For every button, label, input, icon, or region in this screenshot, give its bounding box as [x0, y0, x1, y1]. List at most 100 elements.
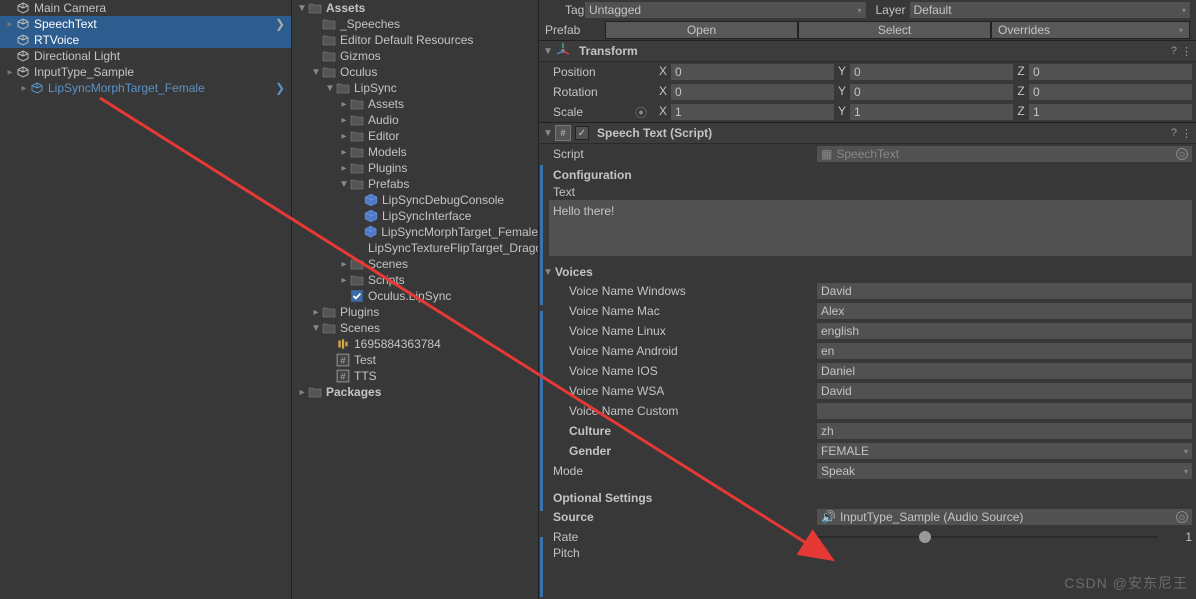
- foldout-icon[interactable]: ▼: [543, 128, 555, 139]
- scale-z[interactable]: [1029, 104, 1192, 120]
- project-item[interactable]: ▼LipSync: [292, 80, 538, 96]
- project-panel[interactable]: ▼ Assets_SpeechesEditor Default Resources…: [292, 0, 539, 599]
- project-item[interactable]: ▼Scenes: [292, 320, 538, 336]
- text-field[interactable]: [549, 200, 1192, 256]
- project-item[interactable]: LipSyncDebugConsole: [292, 192, 538, 208]
- voice-custom-field[interactable]: [817, 403, 1192, 419]
- hierarchy-item[interactable]: ▸SpeechText❯: [0, 16, 291, 32]
- gender-dropdown[interactable]: FEMALE▾: [817, 443, 1192, 459]
- position-y[interactable]: [850, 64, 1013, 80]
- expand-icon[interactable]: ▼: [324, 83, 336, 94]
- hierarchy-item[interactable]: RTVoice: [0, 32, 291, 48]
- project-item[interactable]: ▸Assets: [292, 96, 538, 112]
- project-item-label: Assets: [326, 1, 365, 15]
- expand-icon[interactable]: ▸: [338, 131, 350, 142]
- project-item[interactable]: ▸Scripts: [292, 272, 538, 288]
- hierarchy-item[interactable]: Directional Light: [0, 48, 291, 64]
- scale-y[interactable]: [850, 104, 1013, 120]
- project-item[interactable]: ▼Prefabs: [292, 176, 538, 192]
- project-item[interactable]: LipSyncInterface: [292, 208, 538, 224]
- expand-icon[interactable]: ▼: [338, 179, 350, 190]
- expand-icon[interactable]: ▸: [4, 67, 16, 78]
- voice-linux-field[interactable]: [817, 323, 1192, 339]
- voice-android-field[interactable]: [817, 343, 1192, 359]
- position-fields[interactable]: X Y Z: [657, 64, 1192, 80]
- project-item[interactable]: _Speeches: [292, 16, 538, 32]
- expand-icon[interactable]: ▼: [310, 67, 322, 78]
- project-item[interactable]: ▸Plugins: [292, 304, 538, 320]
- project-item[interactable]: ▸Models: [292, 144, 538, 160]
- folder-icon: [350, 274, 364, 286]
- expand-icon[interactable]: ▼: [310, 323, 322, 334]
- project-item-label: Plugins: [368, 161, 407, 175]
- source-field[interactable]: 🔊 InputType_Sample (Audio Source) ⊙: [817, 509, 1192, 525]
- project-item[interactable]: Oculus.LipSync: [292, 288, 538, 304]
- hierarchy-item[interactable]: Main Camera: [0, 0, 291, 16]
- prefab-overrides-button[interactable]: Overrides ▾: [991, 21, 1190, 39]
- project-item[interactable]: ▼Oculus: [292, 64, 538, 80]
- help-icon[interactable]: ?: [1171, 127, 1177, 140]
- project-item[interactable]: 1695884363784: [292, 336, 538, 352]
- project-item[interactable]: ▸Scenes: [292, 256, 538, 272]
- prefab-select-button[interactable]: Select: [798, 21, 991, 39]
- expand-icon[interactable]: ▼: [296, 3, 308, 14]
- project-item[interactable]: #TTS: [292, 368, 538, 384]
- position-z[interactable]: [1029, 64, 1192, 80]
- rotation-z[interactable]: [1029, 84, 1192, 100]
- rotation-fields[interactable]: X Y Z: [657, 84, 1192, 100]
- culture-field[interactable]: [817, 423, 1192, 439]
- expand-icon[interactable]: ▸: [18, 83, 30, 94]
- voice-ios-field[interactable]: [817, 363, 1192, 379]
- foldout-icon[interactable]: ▼: [543, 46, 555, 57]
- scale-x[interactable]: [671, 104, 834, 120]
- help-icon[interactable]: ?: [1171, 45, 1177, 58]
- chevron-down-icon: ▾: [1179, 26, 1183, 35]
- expand-icon[interactable]: ▸: [338, 275, 350, 286]
- inspector-panel[interactable]: Tag Untagged▾ Layer Default▾ Prefab Open…: [539, 0, 1196, 599]
- menu-icon[interactable]: ⋮: [1181, 45, 1192, 58]
- voices-header[interactable]: ▼ Voices: [539, 263, 1196, 281]
- expand-icon[interactable]: ▸: [296, 387, 308, 398]
- expand-icon[interactable]: ▸: [338, 259, 350, 270]
- voice-win-field[interactable]: [817, 283, 1192, 299]
- tag-dropdown[interactable]: Untagged▾: [585, 2, 866, 18]
- expand-icon[interactable]: ▸: [338, 163, 350, 174]
- hierarchy-panel[interactable]: Main Camera▸SpeechText❯RTVoiceDirectiona…: [0, 0, 292, 599]
- position-x[interactable]: [671, 64, 834, 80]
- project-item[interactable]: Gizmos: [292, 48, 538, 64]
- scale-fields[interactable]: X Y Z: [657, 104, 1192, 120]
- hierarchy-item[interactable]: ▸LipSyncMorphTarget_Female❯: [0, 80, 291, 96]
- project-item[interactable]: ▸Audio: [292, 112, 538, 128]
- speechtext-header[interactable]: ▼ # ✓ Speech Text (Script) ?⋮: [539, 122, 1196, 144]
- prefab-open-button[interactable]: Open: [605, 21, 798, 39]
- project-item[interactable]: LipSyncMorphTarget_Female: [292, 224, 538, 240]
- component-enabled-checkbox[interactable]: ✓: [575, 126, 589, 140]
- rate-slider[interactable]: [817, 536, 1158, 538]
- foldout-icon[interactable]: ▼: [543, 267, 555, 278]
- project-item[interactable]: ▼ Assets: [292, 0, 538, 16]
- transform-icon: [555, 43, 571, 59]
- rotation-x[interactable]: [671, 84, 834, 100]
- expand-icon[interactable]: ▸: [4, 19, 16, 30]
- object-picker-icon[interactable]: ⊙: [1176, 511, 1188, 523]
- project-item[interactable]: ▸ Plugins: [292, 160, 538, 176]
- voice-wsa-field[interactable]: [817, 383, 1192, 399]
- expand-icon[interactable]: ▸: [338, 115, 350, 126]
- expand-icon[interactable]: ▸: [310, 307, 322, 318]
- voice-mac-field[interactable]: [817, 303, 1192, 319]
- mode-dropdown[interactable]: Speak▾: [817, 463, 1192, 479]
- menu-icon[interactable]: ⋮: [1181, 127, 1192, 140]
- object-picker-icon[interactable]: ⊙: [1176, 148, 1188, 160]
- project-item[interactable]: Editor Default Resources: [292, 32, 538, 48]
- project-item[interactable]: LipSyncTextureFlipTarget_Dragon: [292, 240, 538, 256]
- project-item[interactable]: ▸Packages: [292, 384, 538, 400]
- transform-header[interactable]: ▼ Transform ?⋮: [539, 40, 1196, 62]
- layer-dropdown[interactable]: Default▾: [910, 2, 1191, 18]
- expand-icon[interactable]: ▸: [338, 99, 350, 110]
- constrain-icon[interactable]: ⦿: [635, 104, 647, 121]
- hierarchy-item[interactable]: ▸InputType_Sample: [0, 64, 291, 80]
- project-item[interactable]: #Test: [292, 352, 538, 368]
- rotation-y[interactable]: [850, 84, 1013, 100]
- project-item[interactable]: ▸Editor: [292, 128, 538, 144]
- expand-icon[interactable]: ▸: [338, 147, 350, 158]
